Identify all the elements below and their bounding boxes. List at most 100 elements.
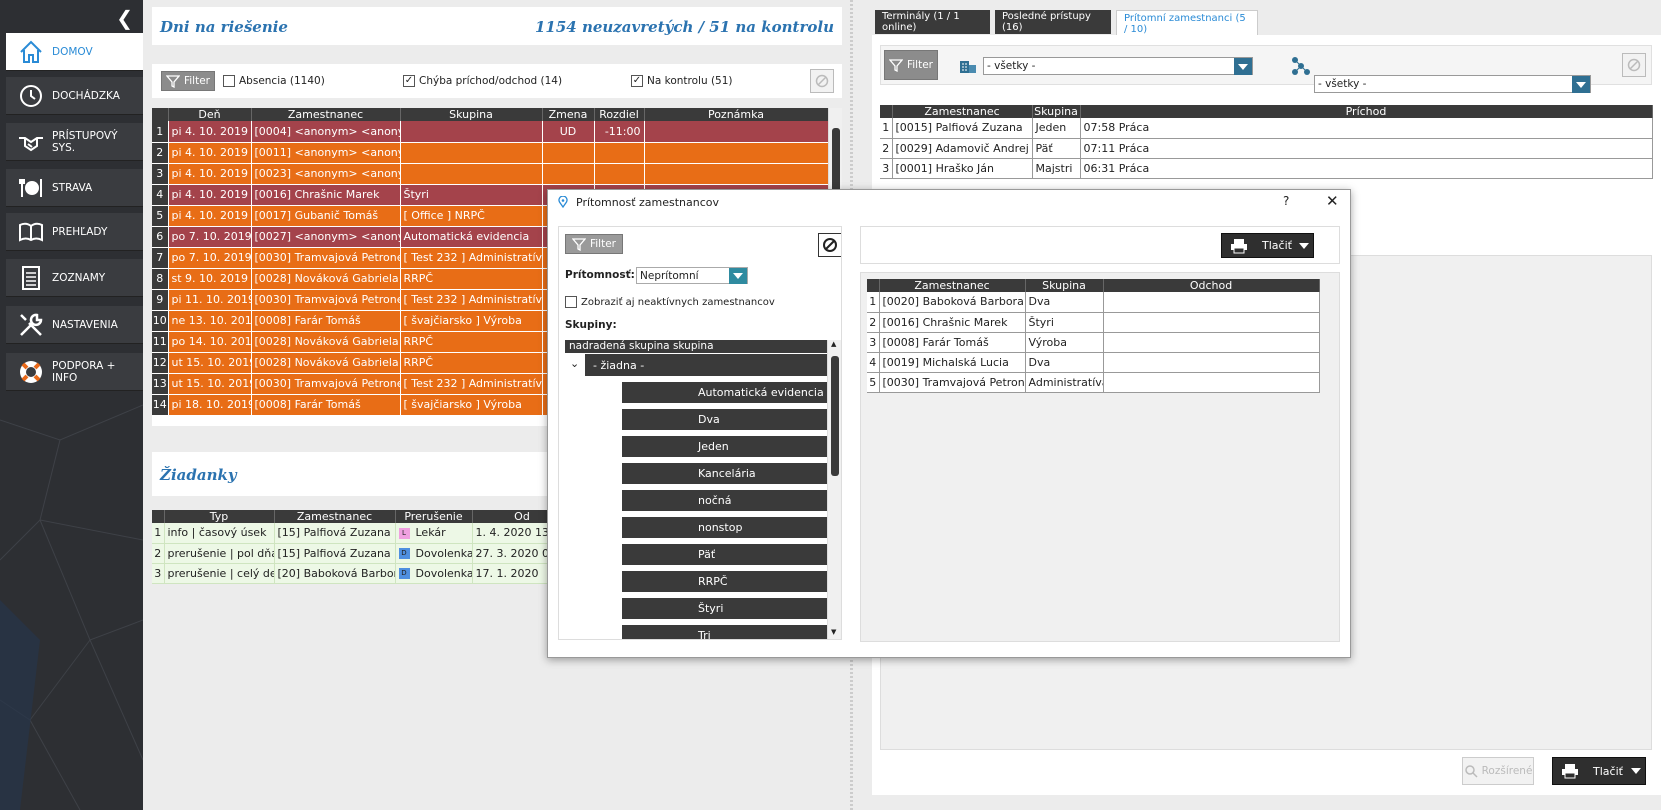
- presence-select[interactable]: Neprítomní: [636, 267, 748, 284]
- days-title: Dni na riešenie: [160, 18, 288, 36]
- tab-pritomni-zamestnanci[interactable]: Prítomní zamestnanci (5 / 10): [1116, 10, 1258, 36]
- row-number: 6: [152, 226, 169, 248]
- col-header[interactable]: Skupina: [1032, 105, 1081, 118]
- col-header[interactable]: Zamestnanec: [274, 510, 396, 523]
- nav-domov[interactable]: DOMOV: [6, 33, 143, 71]
- col-header[interactable]: Zamestnanec: [251, 108, 401, 121]
- advanced-button[interactable]: Rozšírené: [1462, 757, 1534, 785]
- location-select[interactable]: - všetky -: [983, 57, 1253, 75]
- tree-group-item[interactable]: Štyri: [622, 598, 827, 619]
- chevron-down-icon[interactable]: [729, 268, 747, 284]
- book-icon: [19, 222, 43, 242]
- table-row[interactable]: 2pi 4. 10. 2019[0011] <anonym> <anonym>: [152, 142, 829, 164]
- checkbox-box[interactable]: ✓: [631, 75, 643, 87]
- col-header[interactable]: Príchod: [1080, 105, 1653, 118]
- col-header[interactable]: Zamestnanec: [879, 279, 1026, 292]
- col-header[interactable]: Odchod: [1103, 279, 1320, 292]
- checkbox-label: Chýba príchod/odchod (14): [419, 75, 563, 87]
- tree-group-item[interactable]: Päť: [622, 544, 827, 565]
- col-header[interactable]: [867, 279, 880, 292]
- collapse-sidebar-icon[interactable]: ❮: [116, 6, 133, 30]
- col-header[interactable]: [152, 108, 169, 121]
- group-select[interactable]: - všetky -: [1314, 75, 1591, 93]
- caret-down-icon[interactable]: [1631, 768, 1641, 774]
- tree-group-item[interactable]: nonstop: [622, 517, 827, 538]
- absencia-checkbox[interactable]: Absencia (1140): [223, 75, 325, 87]
- table-row[interactable]: 3 [0001] Hraško Ján Majstri 06:31 Práca: [880, 158, 1653, 179]
- tree-group-item[interactable]: Dva: [622, 409, 827, 430]
- clear-filter-button[interactable]: [810, 69, 834, 93]
- col-header[interactable]: Zamestnanec: [892, 105, 1033, 118]
- chevron-down-icon[interactable]: [1572, 76, 1590, 93]
- table-row[interactable]: 3 [0008] Farár Tomáš Výroba: [867, 332, 1320, 353]
- tree-group-item[interactable]: Kancelária: [622, 463, 827, 484]
- right-filter-button[interactable]: Filter: [884, 50, 938, 80]
- groups-scrollbar[interactable]: ▲ ▼: [827, 340, 841, 639]
- col-header[interactable]: Prerušenie: [395, 510, 473, 523]
- row-number: 2: [880, 138, 893, 159]
- col-header[interactable]: [152, 510, 165, 523]
- dialog-clear-filter-button[interactable]: [818, 233, 841, 257]
- nav-podpora-info[interactable]: PODPORA + INFO: [6, 353, 143, 391]
- scroll-thumb[interactable]: [831, 356, 839, 476]
- table-row[interactable]: 1 [0020] Baboková Barbora Dva: [867, 292, 1320, 313]
- col-header[interactable]: Skupina: [400, 108, 543, 121]
- row-number: 2: [152, 142, 169, 164]
- table-row[interactable]: 2 [0029] Adamovič Andrej Päť 07:11 Práca: [880, 138, 1653, 159]
- chevron-down-icon[interactable]: [1234, 58, 1252, 75]
- checkbox-box[interactable]: [565, 296, 577, 308]
- scroll-up-icon[interactable]: ▲: [831, 340, 836, 348]
- chyba-prichod-checkbox[interactable]: ✓ Chýba príchod/odchod (14): [403, 75, 562, 87]
- tree-expand-icon[interactable]: ⌄: [570, 357, 579, 370]
- table-row[interactable]: 4 [0019] Michalská Lucia Dva: [867, 352, 1320, 373]
- table-row[interactable]: 2 prerušenie | pol dňa [15] Palfiová Zuzan…: [152, 543, 552, 564]
- scroll-down-icon[interactable]: ▼: [831, 628, 836, 636]
- table-row[interactable]: 2 [0016] Chrašnic Marek Štyri: [867, 312, 1320, 333]
- days-filter-button[interactable]: Filter: [161, 71, 215, 91]
- print-button[interactable]: Tlačiť: [1552, 757, 1646, 785]
- col-header[interactable]: [880, 105, 893, 118]
- col-header[interactable]: Rozdiel: [594, 108, 645, 121]
- tree-group-item[interactable]: Jeden: [622, 436, 827, 457]
- dialog-filter-button[interactable]: Filter: [565, 234, 623, 254]
- tab-posledne-pristupy[interactable]: Posledné prístupy (16): [995, 10, 1111, 34]
- table-row[interactable]: 1pi 4. 10. 2019[0004] <anonym> <anonym> U…: [152, 121, 829, 143]
- nav-zoznamy[interactable]: ZOZNAMY: [6, 259, 143, 297]
- col-header[interactable]: Poznámka: [644, 108, 829, 121]
- checkbox-box[interactable]: ✓: [403, 75, 415, 87]
- close-icon[interactable]: ✕: [1326, 192, 1339, 210]
- nav-pristupovy-sys[interactable]: PRÍSTUPOVÝ SYS.: [6, 123, 143, 161]
- table-row[interactable]: 1 info | časový úsek [15] Palfiová Zuzana L…: [152, 523, 552, 544]
- nav-prehlady[interactable]: PREHĽADY: [6, 213, 143, 251]
- nav-nastavenia[interactable]: NASTAVENIA: [6, 306, 143, 344]
- checkbox-box[interactable]: [223, 75, 235, 87]
- groups-header[interactable]: nadradená skupina skupina: [565, 340, 827, 353]
- right-clear-filter-button[interactable]: [1622, 53, 1646, 77]
- nav-dochadzka[interactable]: DOCHÁDZKA: [6, 77, 143, 115]
- row-number: 11: [152, 331, 169, 353]
- tree-group-item[interactable]: nočná: [622, 490, 827, 511]
- col-header[interactable]: Zmena: [542, 108, 595, 121]
- presence-label: Prítomnosť:: [565, 269, 635, 281]
- dialog-print-button[interactable]: Tlačiť: [1221, 233, 1314, 258]
- table-row[interactable]: 3pi 4. 10. 2019[0023] <anonym> <anonym>: [152, 163, 829, 185]
- col-header[interactable]: Skupina: [1025, 279, 1104, 292]
- tree-root-group[interactable]: - žiadna -: [585, 354, 827, 376]
- table-row[interactable]: 5[0030] Tramvajová PetronelaAdministratí…: [867, 372, 1320, 393]
- show-inactive-checkbox[interactable]: Zobraziť aj neaktívnych zamestnancov: [565, 296, 775, 308]
- tree-group-item[interactable]: Automatická evidencia: [622, 382, 827, 403]
- col-header[interactable]: Od: [472, 510, 552, 523]
- col-header[interactable]: Deň: [168, 108, 252, 121]
- tree-group-item[interactable]: Tri: [622, 625, 827, 639]
- cell-emp: [0023] <anonym> <anonym>: [251, 163, 401, 185]
- tree-group-item[interactable]: RRPČ: [622, 571, 827, 592]
- table-row[interactable]: 1 [0015] Palfiová Zuzana Jeden 07:58 Práca: [880, 118, 1653, 139]
- table-row[interactable]: 3 prerušenie | celý deň [20] Baboková Barb…: [152, 563, 552, 584]
- dialog-titlebar[interactable]: Prítomnosť zamestnancov ? ✕: [548, 190, 1350, 214]
- caret-down-icon[interactable]: [1299, 242, 1309, 249]
- nav-strava[interactable]: STRAVA: [6, 169, 143, 207]
- tab-terminaly[interactable]: Terminály (1 / 1 online): [875, 10, 990, 34]
- col-header[interactable]: Typ: [164, 510, 275, 523]
- help-icon[interactable]: ?: [1283, 194, 1289, 208]
- na-kontrolu-checkbox[interactable]: ✓ Na kontrolu (51): [631, 75, 733, 87]
